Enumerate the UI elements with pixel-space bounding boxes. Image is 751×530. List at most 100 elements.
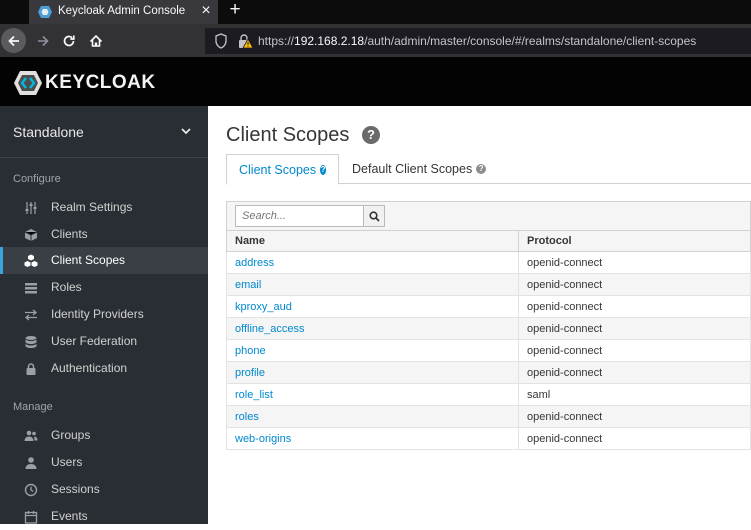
table-row: offline_access openid-connect	[226, 317, 751, 340]
protocol-cell: openid-connect	[518, 273, 751, 296]
sidebar-item-realm-settings[interactable]: Realm Settings	[0, 194, 208, 221]
table-row: roles openid-connect	[226, 405, 751, 428]
table-row: phone openid-connect	[226, 339, 751, 362]
section-manage: Manage	[13, 401, 53, 413]
table-row: kproxy_aud openid-connect	[226, 295, 751, 318]
sidebar-item-label: Users	[51, 455, 83, 469]
protocol-cell: openid-connect	[518, 295, 751, 318]
scope-name-link[interactable]: role_list	[226, 383, 519, 406]
tasks-icon	[25, 283, 37, 294]
protocol-cell: openid-connect	[518, 317, 751, 340]
tab-label: Default Client Scopes	[352, 162, 473, 176]
home-icon[interactable]	[83, 28, 108, 53]
realm-name: Standalone	[13, 124, 84, 140]
column-header-name[interactable]: Name	[226, 230, 519, 252]
browser-tab-bar: Keycloak Admin Console × +	[0, 0, 751, 24]
cube-icon	[24, 229, 38, 241]
keycloak-logo-icon	[14, 71, 42, 95]
back-icon[interactable]	[1, 28, 26, 53]
table-row: role_list saml	[226, 383, 751, 406]
scope-name-link[interactable]: roles	[226, 405, 519, 428]
sidebar-item-label: User Federation	[51, 334, 138, 348]
scope-name-link[interactable]: offline_access	[226, 317, 519, 340]
search-button[interactable]	[363, 205, 385, 227]
cubes-icon	[24, 254, 38, 267]
page-title: Client Scopes	[226, 124, 350, 146]
insecure-lock-icon[interactable]	[237, 33, 253, 49]
table-row: email openid-connect	[226, 273, 751, 296]
client-scopes-table: Name Protocol address openid-connect emai…	[226, 230, 751, 450]
forward-icon[interactable]	[30, 28, 55, 53]
sidebar: Standalone Configure Realm Settings Clie…	[0, 106, 208, 524]
sidebar-item-users[interactable]: Users	[0, 449, 208, 476]
keycloak-logo[interactable]: KEYCLOAK	[13, 70, 156, 96]
help-icon[interactable]: ?	[362, 126, 380, 144]
tab-default-client-scopes[interactable]: Default Client Scopes ?	[340, 154, 498, 184]
table-row: profile openid-connect	[226, 361, 751, 384]
protocol-cell: saml	[518, 383, 751, 406]
help-icon[interactable]: ?	[476, 164, 487, 174]
tab-label: Client Scopes	[239, 162, 317, 177]
sidebar-item-label: Client Scopes	[51, 253, 126, 267]
table-row: address openid-connect	[226, 251, 751, 274]
chevron-down-icon	[181, 128, 191, 135]
table-header-row: Name Protocol	[226, 230, 751, 252]
protocol-cell: openid-connect	[518, 405, 751, 428]
help-icon[interactable]: ?	[320, 164, 326, 175]
sidebar-item-label: Identity Providers	[51, 307, 144, 321]
sidebar-item-sessions[interactable]: Sessions	[0, 476, 208, 503]
url-bar[interactable]: https://192.168.2.18/auth/admin/master/c…	[205, 28, 751, 54]
lock-icon	[26, 363, 36, 375]
main-content: Client Scopes ? Client Scopes ? Default …	[208, 106, 751, 524]
sidebar-item-label: Roles	[51, 280, 82, 294]
url-text[interactable]: https://192.168.2.18/auth/admin/master/c…	[258, 34, 696, 48]
logo-text: KEYCLOAK	[45, 72, 156, 93]
calendar-icon	[24, 511, 38, 524]
sidebar-item-groups[interactable]: Groups	[0, 422, 208, 449]
scope-name-link[interactable]: web-origins	[226, 427, 519, 450]
protocol-cell: openid-connect	[518, 339, 751, 362]
tabs: Client Scopes ? Default Client Scopes ?	[226, 154, 751, 185]
sidebar-item-label: Groups	[51, 428, 91, 442]
tab-client-scopes[interactable]: Client Scopes ?	[226, 154, 339, 185]
users-icon	[24, 430, 38, 441]
protocol-cell: openid-connect	[518, 361, 751, 384]
url-scheme: https://	[258, 34, 295, 48]
close-tab-icon[interactable]: ×	[198, 3, 214, 19]
sidebar-item-authentication[interactable]: Authentication	[0, 355, 208, 382]
column-header-protocol[interactable]: Protocol	[518, 230, 751, 252]
scope-name-link[interactable]: address	[226, 251, 519, 274]
tracking-shield-icon[interactable]	[215, 33, 227, 49]
section-configure: Configure	[13, 173, 61, 185]
sidebar-item-label: Authentication	[51, 361, 128, 375]
table-toolbar	[226, 201, 751, 231]
browser-tab[interactable]: Keycloak Admin Console ×	[29, 0, 218, 24]
sidebar-item-identity-providers[interactable]: Identity Providers	[0, 301, 208, 328]
new-tab-icon[interactable]: +	[226, 0, 244, 22]
sidebar-item-client-scopes[interactable]: Client Scopes	[0, 247, 208, 274]
search-icon	[368, 210, 380, 222]
realm-selector[interactable]: Standalone	[0, 106, 208, 158]
user-icon	[25, 457, 37, 469]
keycloak-favicon-icon	[38, 6, 52, 18]
sidebar-item-label: Clients	[51, 227, 88, 241]
database-icon	[25, 336, 37, 348]
protocol-cell: openid-connect	[518, 427, 751, 450]
sidebar-item-label: Sessions	[51, 482, 100, 496]
table-row: web-origins openid-connect	[226, 427, 751, 450]
scope-name-link[interactable]: kproxy_aud	[226, 295, 519, 318]
sidebar-item-label: Realm Settings	[51, 200, 133, 214]
url-host: 192.168.2.18	[294, 34, 365, 48]
reload-icon[interactable]	[56, 28, 81, 53]
sidebar-item-events[interactable]: Events	[0, 503, 208, 530]
search-input[interactable]	[235, 205, 364, 227]
sidebar-item-roles[interactable]: Roles	[0, 274, 208, 301]
sidebar-item-label: Events	[51, 509, 88, 523]
sidebar-item-clients[interactable]: Clients	[0, 221, 208, 248]
scope-name-link[interactable]: phone	[226, 339, 519, 362]
url-path: /auth/admin/master/console/#/realms/stan…	[364, 34, 697, 48]
scope-name-link[interactable]: profile	[226, 361, 519, 384]
scope-name-link[interactable]: email	[226, 273, 519, 296]
clock-icon	[24, 483, 38, 497]
sidebar-item-user-federation[interactable]: User Federation	[0, 328, 208, 355]
